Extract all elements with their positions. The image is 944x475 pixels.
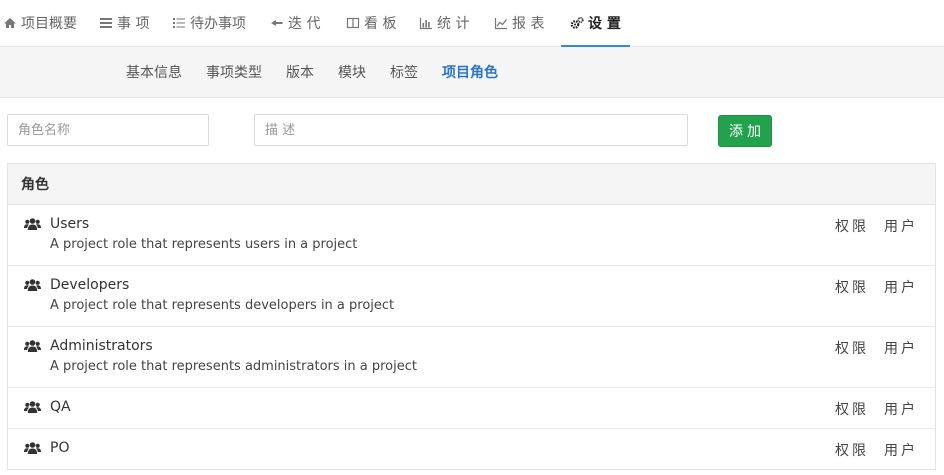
role-actions: 权限 用户 (835, 399, 918, 419)
permissions-link[interactable]: 权限 (835, 399, 869, 419)
role-actions: 权限 用户 (835, 338, 918, 358)
tab-backlog[interactable]: 待办事项 (172, 0, 246, 46)
role-name: Users (50, 216, 90, 232)
sprint-icon (270, 16, 284, 30)
role-actions: 权限 用户 (835, 277, 918, 297)
role-actions: 权限 用户 (835, 216, 918, 236)
tab-settings[interactable]: 设 置 (561, 0, 630, 47)
tab-sprint[interactable]: 迭 代 (270, 0, 320, 46)
add-role-button[interactable]: 添加 (718, 115, 772, 147)
role-row: QA 权限 用户 (8, 388, 935, 429)
users-link[interactable]: 用户 (884, 338, 918, 358)
tab-issues[interactable]: 事 项 (99, 0, 149, 46)
tab-label: 待办事项 (190, 16, 246, 32)
role-description: A project role that represents developer… (50, 298, 395, 313)
tab-label: 事 项 (117, 16, 150, 32)
permissions-link[interactable]: 权限 (835, 440, 869, 460)
users-link[interactable]: 用户 (884, 277, 918, 297)
users-icon (24, 217, 41, 231)
role-name: Developers (50, 277, 130, 293)
users-link[interactable]: 用户 (884, 216, 918, 236)
subnav-labels[interactable]: 标签 (390, 47, 418, 97)
permissions-link[interactable]: 权限 (835, 338, 869, 358)
checklist-icon (172, 16, 186, 30)
gears-icon (570, 16, 584, 30)
tab-label: 报 表 (512, 16, 545, 32)
subnav-modules[interactable]: 模块 (338, 47, 366, 97)
users-link[interactable]: 用户 (884, 440, 918, 460)
role-description: A project role that represents administr… (50, 359, 417, 374)
tab-project-overview[interactable]: 项目概要 (3, 0, 77, 46)
bar-chart-icon (419, 16, 433, 30)
role-row: Users A project role that represents use… (8, 205, 935, 266)
role-description: A project role that represents users in … (50, 237, 358, 252)
tab-label: 设 置 (588, 16, 621, 32)
permissions-link[interactable]: 权限 (835, 216, 869, 236)
role-name: PO (50, 440, 70, 456)
tab-reports[interactable]: 报 表 (494, 0, 544, 46)
tab-label: 看 板 (364, 16, 397, 32)
role-actions: 权限 用户 (835, 440, 918, 460)
subnav-versions[interactable]: 版本 (286, 47, 314, 97)
users-link[interactable]: 用户 (884, 399, 918, 419)
home-icon (3, 16, 17, 30)
users-icon (24, 441, 41, 455)
project-top-nav: 项目概要 事 项 待办事项 迭 代 看 板 统 计 报 表 设 置 (0, 0, 944, 47)
users-icon (24, 339, 41, 353)
users-icon (24, 400, 41, 414)
role-row: PO 权限 用户 (8, 429, 935, 470)
project-settings-page: 项目概要 事 项 待办事项 迭 代 看 板 统 计 报 表 设 置 基本信息 事… (0, 0, 944, 475)
role-name: Administrators (50, 338, 153, 354)
subnav-basic-info[interactable]: 基本信息 (126, 47, 182, 97)
role-description-input[interactable] (254, 114, 688, 146)
role-row: Administrators A project role that repre… (8, 327, 935, 388)
board-icon (346, 16, 360, 30)
role-name-input[interactable] (7, 114, 209, 146)
tab-label: 迭 代 (288, 16, 321, 32)
subnav-project-roles[interactable]: 项目角色 (442, 47, 498, 97)
roles-panel-header: 角色 (8, 164, 935, 205)
line-chart-icon (494, 16, 508, 30)
subnav-issue-types[interactable]: 事项类型 (206, 47, 262, 97)
permissions-link[interactable]: 权限 (835, 277, 869, 297)
tab-label: 统 计 (437, 16, 470, 32)
settings-sub-nav: 基本信息 事项类型 版本 模块 标签 项目角色 (0, 47, 944, 98)
tab-board[interactable]: 看 板 (346, 0, 396, 46)
tab-label: 项目概要 (21, 16, 77, 32)
tab-statistics[interactable]: 统 计 (419, 0, 469, 46)
list-icon (99, 16, 113, 30)
role-row: Developers A project role that represent… (8, 266, 935, 327)
role-name: QA (50, 399, 71, 415)
users-icon (24, 278, 41, 292)
roles-panel: 角色 Users A project role that represents … (7, 163, 936, 470)
